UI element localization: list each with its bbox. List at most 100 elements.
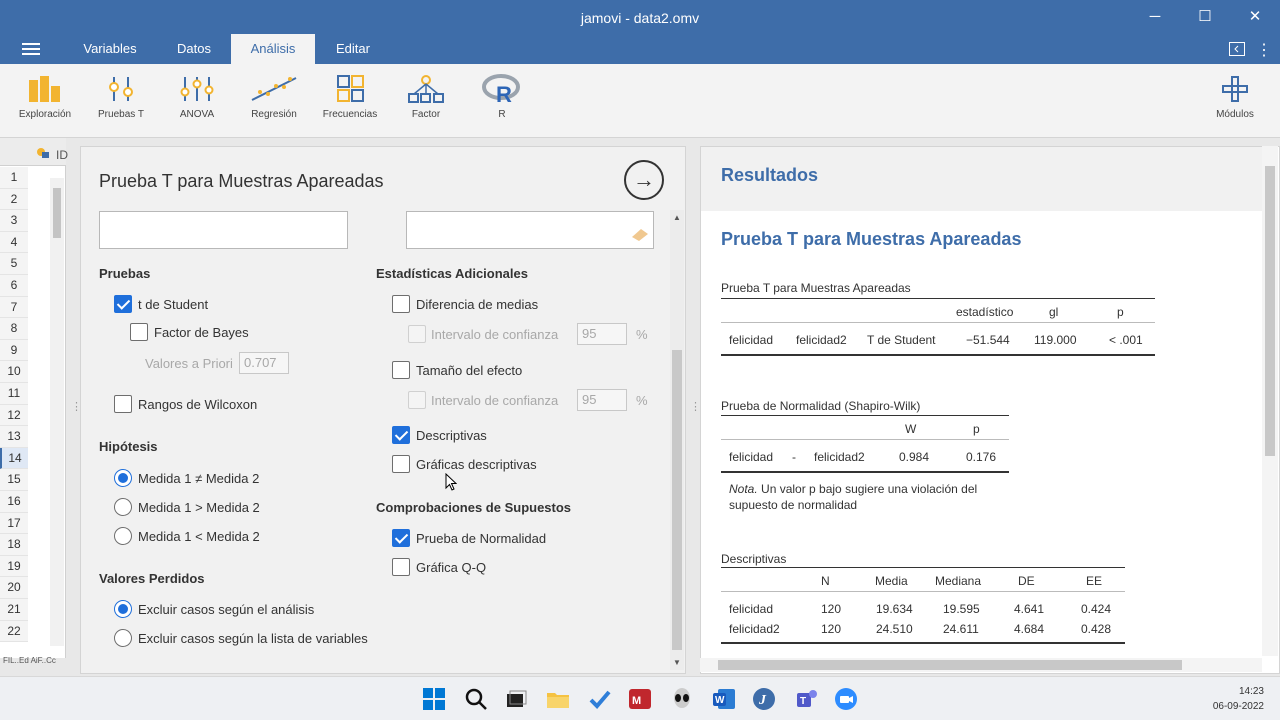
ribbon-pruebas-t-button[interactable]: Pruebas T xyxy=(86,74,156,120)
hypothesis-less-radio[interactable] xyxy=(114,527,132,545)
svg-text:R: R xyxy=(496,82,512,104)
row-number[interactable]: 17 xyxy=(0,512,28,535)
results-title[interactable]: Prueba T para Muestras Apareadas xyxy=(721,229,1021,250)
row-number[interactable]: 9 xyxy=(0,339,28,362)
wilcoxon-checkbox[interactable] xyxy=(114,395,132,413)
analysis-options-panel: Prueba T para Muestras Apareadas → Prueb… xyxy=(80,146,686,674)
spreadsheet-strip[interactable]: ID 1 2 3 4 5 6 7 8 9 10 11 12 13 14 15 16 17 18 19 20 21 22 xyxy=(0,138,68,658)
zoom-icon[interactable] xyxy=(834,687,858,711)
column-header[interactable]: ID xyxy=(0,138,68,166)
descriptives-checkbox[interactable] xyxy=(392,426,410,444)
table-cell: 0.984 xyxy=(899,450,930,464)
row-number[interactable]: 6 xyxy=(0,275,28,297)
teams-icon[interactable]: T xyxy=(794,687,818,711)
descriptive-plots-checkbox[interactable] xyxy=(392,455,410,473)
table-cell: 24.611 xyxy=(943,622,979,636)
row-number[interactable]: 4 xyxy=(0,231,28,254)
table-cell: felicidad xyxy=(729,333,774,347)
ribbon-r-button[interactable]: R R xyxy=(467,74,537,120)
row-number[interactable]: 14 xyxy=(0,447,28,470)
row-number[interactable]: 16 xyxy=(0,491,28,513)
search-icon[interactable] xyxy=(464,687,488,711)
ribbon-anova-button[interactable]: ANOVA xyxy=(162,74,232,120)
ribbon-exploracion-button[interactable]: Exploración xyxy=(10,74,80,120)
ribbon-modulos-button[interactable]: Módulos xyxy=(1200,74,1270,120)
variable-pairs-box[interactable] xyxy=(99,211,348,249)
splitter-handle-icon[interactable]: ⋮ xyxy=(71,400,82,413)
word-icon[interactable]: W xyxy=(712,687,736,711)
row-number[interactable]: 2 xyxy=(0,188,28,211)
normality-test-checkbox[interactable] xyxy=(392,529,410,547)
analysis-title: Prueba T para Muestras Apareadas xyxy=(99,171,384,191)
ribbon-regresion-button[interactable]: Regresión xyxy=(239,74,309,120)
more-options-icon[interactable]: ⋮ xyxy=(1256,40,1272,60)
row-number[interactable]: 1 xyxy=(0,167,28,189)
table-cell: 19.634 xyxy=(876,602,913,616)
effect-size-ci-checkbox[interactable] xyxy=(408,391,426,409)
row-number[interactable]: 3 xyxy=(0,210,28,232)
normality-note: Nota. Un valor p bajo sugiere una violac… xyxy=(729,482,978,512)
close-button[interactable]: ✕ xyxy=(1240,6,1270,28)
tab-datos[interactable]: Datos xyxy=(162,34,226,64)
file-explorer-icon[interactable] xyxy=(546,687,570,711)
row-number[interactable]: 5 xyxy=(0,253,28,275)
row-number[interactable]: 22 xyxy=(0,620,28,643)
t-student-checkbox[interactable] xyxy=(114,295,132,313)
row-number[interactable]: 12 xyxy=(0,404,28,427)
exclude-listwise-radio[interactable] xyxy=(114,629,132,647)
mean-difference-checkbox[interactable] xyxy=(392,295,410,313)
alien-icon[interactable] xyxy=(670,687,694,711)
svg-text:J: J xyxy=(758,693,767,708)
variable-type-icon xyxy=(37,148,49,158)
jamovi-icon[interactable]: J xyxy=(752,687,776,711)
row-number[interactable]: 15 xyxy=(0,469,28,491)
row-number[interactable]: 7 xyxy=(0,296,28,319)
taskbar: M W J T 14:23 06-09-2022 xyxy=(0,676,1280,720)
row-number[interactable]: 21 xyxy=(0,599,28,621)
system-clock[interactable]: 14:23 06-09-2022 xyxy=(1213,684,1264,714)
maximize-button[interactable]: ☐ xyxy=(1190,6,1220,28)
qq-plot-checkbox[interactable] xyxy=(392,558,410,576)
exclude-analysis-radio[interactable] xyxy=(114,600,132,618)
panel-mode-icon[interactable] xyxy=(1229,42,1245,56)
tab-variables[interactable]: Variables xyxy=(70,34,150,64)
tab-editar[interactable]: Editar xyxy=(322,34,384,64)
mean-difference-ci-checkbox[interactable] xyxy=(408,325,426,343)
row-number[interactable]: 8 xyxy=(0,318,28,340)
effect-size-ci-input[interactable]: 95 xyxy=(577,389,627,411)
options-vertical-scrollbar[interactable]: ▲ ▼ xyxy=(670,210,684,670)
pairs-target-box[interactable] xyxy=(406,211,654,249)
minimize-button[interactable]: ─ xyxy=(1140,6,1170,28)
row-number[interactable]: 20 xyxy=(0,577,28,599)
hypothesis-greater-radio[interactable] xyxy=(114,498,132,516)
results-vertical-scrollbar[interactable] xyxy=(1262,146,1278,656)
hypothesis-not-equal-radio[interactable] xyxy=(114,469,132,487)
wilcoxon-label: Rangos de Wilcoxon xyxy=(138,397,258,412)
percent-label: % xyxy=(636,327,648,342)
row-number[interactable]: 13 xyxy=(0,426,28,448)
column-name: ID xyxy=(56,148,68,162)
task-view-icon[interactable] xyxy=(504,687,528,711)
tab-analisis[interactable]: Análisis xyxy=(231,34,315,64)
factor-bayes-checkbox[interactable] xyxy=(130,323,148,341)
frequencies-icon xyxy=(337,75,364,102)
row-number[interactable]: 10 xyxy=(0,361,28,383)
close-analysis-arrow-icon[interactable]: → xyxy=(624,160,664,200)
ribbon-label: Frecuencias xyxy=(322,109,378,120)
results-horizontal-scrollbar[interactable] xyxy=(700,658,1262,672)
anova-icon xyxy=(180,77,214,101)
row-number[interactable]: 11 xyxy=(0,383,28,405)
ribbon-factor-button[interactable]: Factor xyxy=(391,74,461,120)
sheet-vertical-scrollbar[interactable] xyxy=(50,178,64,646)
ribbon-label: ANOVA xyxy=(179,109,215,120)
row-number[interactable]: 19 xyxy=(0,555,28,578)
mean-difference-ci-input[interactable]: 95 xyxy=(577,323,627,345)
ribbon-frecuencias-button[interactable]: Frecuencias xyxy=(315,74,385,120)
menu-icon[interactable] xyxy=(22,43,40,55)
app-red-icon[interactable]: M xyxy=(628,687,652,711)
todo-icon[interactable] xyxy=(588,687,612,711)
priori-input[interactable]: 0.707 xyxy=(239,352,289,374)
windows-start-icon[interactable] xyxy=(422,687,446,711)
row-number[interactable]: 18 xyxy=(0,534,28,556)
effect-size-checkbox[interactable] xyxy=(392,361,410,379)
